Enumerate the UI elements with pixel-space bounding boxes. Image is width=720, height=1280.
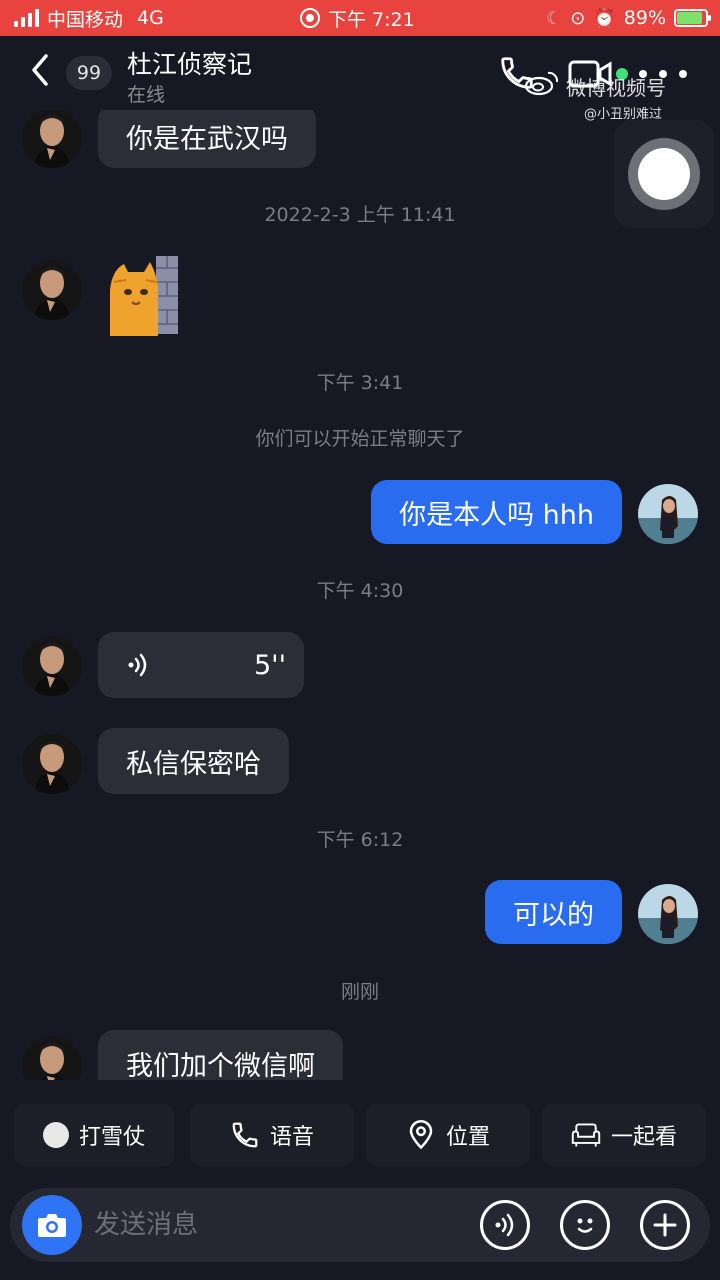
sofa-icon (571, 1123, 601, 1147)
status-bar: 中国移动 4G 下午 7:21 ☾ ⊙ ⏰ 89% (0, 0, 720, 36)
phone-icon (232, 1122, 258, 1148)
voice-wave-icon (128, 653, 147, 677)
avatar-image (22, 636, 82, 696)
contact-avatar[interactable] (22, 260, 82, 320)
message-input[interactable] (94, 1202, 454, 1248)
alarm-icon: ⏰ (593, 7, 616, 29)
cat-wall-sticker-icon (110, 256, 178, 336)
contact-avatar[interactable] (22, 1036, 82, 1080)
avatar-image (22, 1036, 82, 1080)
voice-duration: 5'' (253, 649, 286, 681)
record-ring-icon (628, 138, 700, 210)
voice-input-button[interactable] (480, 1200, 530, 1250)
screen-record-icon (300, 8, 320, 28)
timestamp: 下午 6:12 (316, 829, 404, 851)
my-avatar[interactable] (638, 884, 698, 944)
plus-icon (653, 1213, 677, 1237)
network-label: 4G (137, 7, 164, 29)
avatar-image (22, 734, 82, 794)
incoming-message[interactable]: 你是在武汉吗 (98, 110, 316, 168)
contact-avatar[interactable] (22, 110, 82, 168)
moon-icon: ☾ (546, 7, 563, 29)
timestamp: 下午 3:41 (316, 372, 404, 394)
contact-avatar[interactable] (22, 734, 82, 794)
camera-button[interactable] (22, 1195, 82, 1255)
emoji-button[interactable] (560, 1200, 610, 1250)
timestamp: 刚刚 (340, 981, 379, 1003)
camera-icon (38, 1214, 66, 1237)
floating-record-button[interactable] (614, 120, 714, 228)
system-notice: 你们可以开始正常聊天了 (255, 428, 465, 450)
status-time: 下午 7:21 (328, 8, 415, 31)
message-text: 可以的 (513, 899, 594, 931)
watch-label: 一起看 (610, 1125, 677, 1150)
avatar-image (638, 484, 698, 544)
message-text: 私信保密哈 (126, 748, 261, 780)
message-input-bar (10, 1188, 710, 1262)
cat-sticker[interactable] (106, 254, 182, 336)
location-label: 位置 (445, 1125, 490, 1150)
quick-actions-bar: 打雪仗 语音 位置 一起看 (0, 1104, 720, 1168)
back-button[interactable] (28, 52, 58, 92)
voice-wave-icon (495, 1213, 514, 1237)
message-list[interactable]: 你是在武汉吗 2022-2-3 上午 11:41 下午 3:41 你们可以开始正… (0, 110, 720, 1080)
voice-message[interactable]: 5'' (98, 632, 304, 698)
avatar-image (22, 110, 82, 168)
voice-call-action-button[interactable]: 语音 (190, 1104, 354, 1166)
message-text: 你是本人吗 hhh (399, 499, 594, 531)
timestamp: 2022-2-3 上午 11:41 (264, 204, 456, 226)
snowball-fight-button[interactable]: 打雪仗 (14, 1104, 174, 1166)
orientation-lock-icon: ⊙ (570, 7, 586, 29)
battery-percent: 89% (623, 7, 666, 29)
outgoing-message[interactable]: 可以的 (485, 880, 622, 944)
contact-avatar[interactable] (22, 636, 82, 696)
signal-icon (14, 9, 39, 27)
contact-status: 在线 (127, 84, 166, 106)
location-pin-icon (409, 1120, 433, 1150)
snowball-icon (42, 1122, 69, 1148)
unread-badge[interactable]: 99 (66, 56, 112, 90)
back-arrow-icon (32, 54, 48, 86)
smiley-icon (577, 1218, 593, 1233)
battery-icon (674, 9, 711, 27)
incoming-message[interactable]: 私信保密哈 (98, 728, 289, 794)
snowball-label: 打雪仗 (78, 1125, 145, 1150)
message-text: 你是在武汉吗 (126, 123, 288, 155)
contact-name[interactable]: 杜江侦察记 (127, 45, 252, 81)
location-button[interactable]: 位置 (366, 1104, 530, 1166)
avatar-image (638, 884, 698, 944)
incoming-message[interactable]: 我们加个微信啊 (98, 1030, 343, 1080)
avatar-image (22, 260, 82, 320)
timestamp: 下午 4:30 (316, 580, 404, 602)
watermark-title: 微博视频号 (566, 76, 666, 100)
chat-header: 99 杜江侦察记 在线 微博视频号 @小丑别难过 (0, 36, 720, 122)
outgoing-message[interactable]: 你是本人吗 hhh (371, 480, 622, 544)
voice-label: 语音 (269, 1125, 314, 1150)
my-avatar[interactable] (638, 484, 698, 544)
message-text: 我们加个微信啊 (126, 1050, 315, 1081)
watch-together-button[interactable]: 一起看 (542, 1104, 706, 1166)
carrier-label: 中国移动 (47, 8, 124, 31)
more-actions-button[interactable] (640, 1200, 690, 1250)
